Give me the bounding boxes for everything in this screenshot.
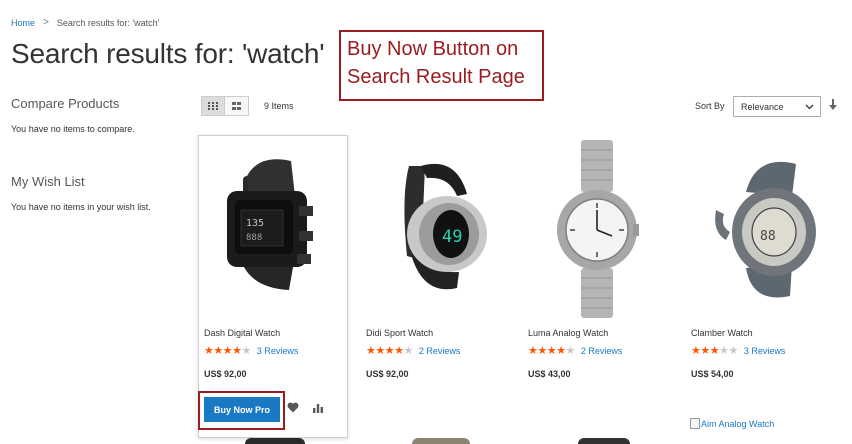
- product-image[interactable]: 88: [686, 136, 836, 321]
- items-count: 9 Items: [264, 101, 294, 111]
- wishlist-empty-text: You have no items in your wish list.: [11, 202, 151, 212]
- broken-image-icon: [690, 418, 700, 429]
- grid-mode-icon[interactable]: [201, 96, 225, 116]
- product-item: 49 Didi Sport Watch ★★★★★ 2 Reviews US$ …: [361, 136, 511, 426]
- products-toolbar: 9 Items Sort By Relevance: [201, 96, 841, 118]
- product-name-link[interactable]: Didi Sport Watch: [366, 328, 433, 338]
- svg-text:135: 135: [246, 218, 264, 229]
- view-mode-switcher: [201, 96, 249, 116]
- product-image[interactable]: 49: [361, 136, 511, 321]
- sort-by-label: Sort By: [695, 101, 725, 111]
- svg-text:888: 888: [246, 233, 262, 243]
- product-price: US$ 92,00: [204, 369, 247, 379]
- product-item: Luma Analog Watch ★★★★★ 2 Reviews US$ 43…: [523, 136, 673, 426]
- product-price: US$ 54,00: [691, 369, 734, 379]
- compare-title: Compare Products: [11, 96, 120, 111]
- reviews-link[interactable]: 2 Reviews: [419, 346, 461, 356]
- sort-direction-arrow-icon[interactable]: [829, 99, 837, 111]
- product-price: US$ 43,00: [528, 369, 571, 379]
- next-row-image-peek: [578, 438, 630, 444]
- product-price: US$ 92,00: [366, 369, 409, 379]
- annotation-line-2: Search Result Page: [347, 66, 525, 88]
- broken-image-alt: Aim Analog Watch: [701, 418, 775, 429]
- product-rating: ★★★★★ 2 Reviews: [366, 345, 460, 357]
- breadcrumb-home-link[interactable]: Home: [11, 18, 35, 28]
- reviews-link[interactable]: 2 Reviews: [581, 346, 623, 356]
- product-name-link[interactable]: Dash Digital Watch: [204, 328, 280, 338]
- product-rating: ★★★★★ 3 Reviews: [204, 345, 298, 357]
- product-rating: ★★★★★ 2 Reviews: [528, 345, 622, 357]
- chevron-down-icon: [805, 104, 814, 110]
- product-name-link[interactable]: Luma Analog Watch: [528, 328, 608, 338]
- page-title: Search results for: 'watch': [11, 38, 325, 69]
- rating-stars: ★★★★★: [204, 345, 251, 357]
- annotation-line-1: Buy Now Button on: [347, 38, 519, 60]
- breadcrumb-current: Search results for: 'watch': [56, 17, 160, 28]
- svg-text:88: 88: [760, 229, 776, 244]
- breadcrumb-separator: >: [43, 17, 49, 28]
- buy-now-highlight: Buy Now Pro: [198, 391, 285, 430]
- buy-now-button[interactable]: Buy Now Pro: [204, 397, 280, 422]
- sidebar: Compare Products You have no items to co…: [11, 96, 186, 212]
- product-image[interactable]: [523, 136, 673, 321]
- rating-stars: ★★★★★: [528, 345, 575, 357]
- wishlist-title: My Wish List: [11, 174, 85, 189]
- rating-stars: ★★★★★: [366, 345, 413, 357]
- sort-by-value: Relevance: [741, 102, 784, 112]
- rating-stars: ★★★★★: [691, 345, 738, 357]
- reviews-link[interactable]: 3 Reviews: [257, 346, 299, 356]
- compare-icon[interactable]: [312, 403, 324, 413]
- next-row-image-peek: [245, 438, 305, 444]
- reviews-link[interactable]: 3 Reviews: [744, 346, 786, 356]
- product-image[interactable]: 135 888: [199, 136, 349, 321]
- product-rating: ★★★★★ 3 Reviews: [691, 345, 785, 357]
- wishlist-block: My Wish List You have no items in your w…: [11, 174, 151, 212]
- annotation-callout: Buy Now Button on Search Result Page: [339, 30, 544, 101]
- broken-product-image[interactable]: Aim Analog Watch: [690, 418, 774, 429]
- heart-icon[interactable]: [287, 402, 299, 413]
- next-row-image-peek: [412, 438, 470, 444]
- product-item: 135 888 Dash Digital Watch ★★★★★ 3 Revie…: [198, 135, 348, 438]
- compare-block: Compare Products You have no items to co…: [11, 96, 186, 134]
- list-mode-icon[interactable]: [225, 96, 249, 116]
- breadcrumb: Home > Search results for: 'watch': [11, 17, 159, 28]
- svg-text:49: 49: [442, 227, 462, 247]
- product-item: 88 Clamber Watch ★★★★★ 3 Reviews US$ 54,…: [686, 136, 836, 426]
- product-name-link[interactable]: Clamber Watch: [691, 328, 753, 338]
- sort-by-select[interactable]: Relevance: [733, 96, 821, 117]
- compare-empty-text: You have no items to compare.: [11, 124, 135, 134]
